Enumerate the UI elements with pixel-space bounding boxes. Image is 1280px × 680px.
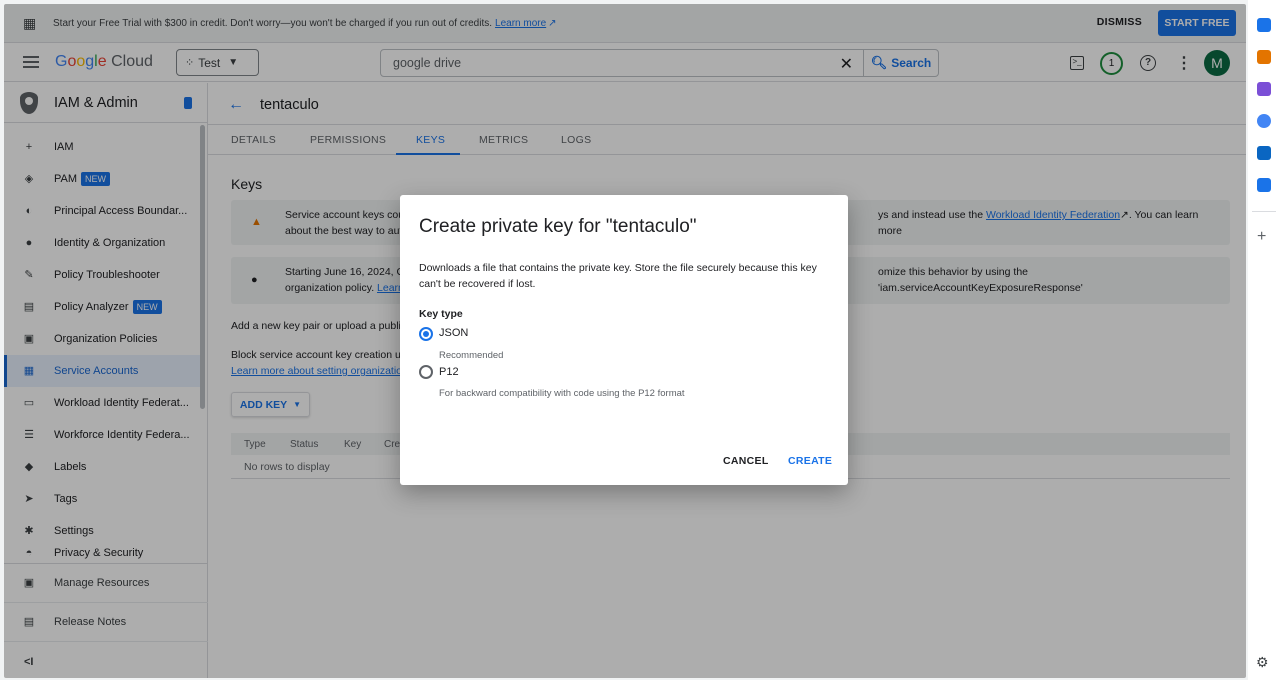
- option-p12-sub: For backward compatibility with code usi…: [439, 388, 685, 399]
- browser-side-rail: + ⚙: [1248, 0, 1280, 680]
- rail-divider: [1252, 211, 1276, 212]
- dialog-description: Downloads a file that contains the priva…: [419, 262, 817, 290]
- gear-icon[interactable]: ⚙: [1256, 654, 1269, 671]
- cancel-button[interactable]: CANCEL: [723, 455, 769, 467]
- briefcase-icon[interactable]: [1257, 50, 1271, 64]
- dialog-title: Create private key for "tentaculo": [419, 216, 697, 237]
- app-window: ▦ Start your Free Trial with $300 in cre…: [4, 4, 1246, 678]
- option-json-sub: Recommended: [439, 350, 504, 361]
- add-icon[interactable]: +: [1257, 228, 1266, 246]
- send-icon[interactable]: [1257, 178, 1271, 192]
- key-type-label: Key type: [419, 308, 463, 320]
- outlook-icon[interactable]: [1257, 146, 1271, 160]
- option-json-label[interactable]: JSON: [439, 327, 468, 339]
- copilot-icon[interactable]: [1257, 114, 1271, 128]
- people-icon[interactable]: [1257, 82, 1271, 96]
- create-key-dialog: Create private key for "tentaculo" Downl…: [400, 195, 848, 485]
- radio-p12[interactable]: [419, 365, 433, 379]
- tag-icon[interactable]: [1257, 18, 1271, 32]
- radio-json[interactable]: [419, 327, 433, 341]
- option-p12-label[interactable]: P12: [439, 366, 459, 378]
- create-button[interactable]: CREATE: [788, 455, 832, 467]
